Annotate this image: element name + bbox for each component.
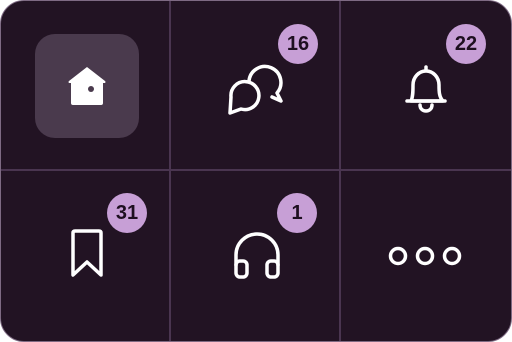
bookmarks-badge: 31 [107, 193, 147, 233]
bell-icon [403, 63, 449, 113]
more-dots-icon [387, 245, 463, 267]
bookmarks-tile[interactable]: 31 [1, 171, 171, 341]
audio-tile[interactable]: 1 [171, 171, 341, 341]
app-launcher-panel: 16 22 31 1 [0, 0, 512, 342]
audio-badge: 1 [277, 193, 317, 233]
notifications-badge: 22 [446, 24, 486, 64]
home-icon [65, 65, 109, 109]
notifications-tile[interactable]: 22 [341, 1, 511, 171]
bookmark-icon [70, 228, 104, 280]
chat-bubbles-icon [227, 59, 287, 117]
home-tile[interactable] [1, 1, 171, 171]
messages-tile[interactable]: 16 [171, 1, 341, 171]
messages-badge: 16 [278, 24, 318, 64]
headphones-icon [233, 231, 281, 279]
more-tile[interactable] [341, 171, 511, 341]
app-grid: 16 22 31 1 [1, 1, 511, 341]
